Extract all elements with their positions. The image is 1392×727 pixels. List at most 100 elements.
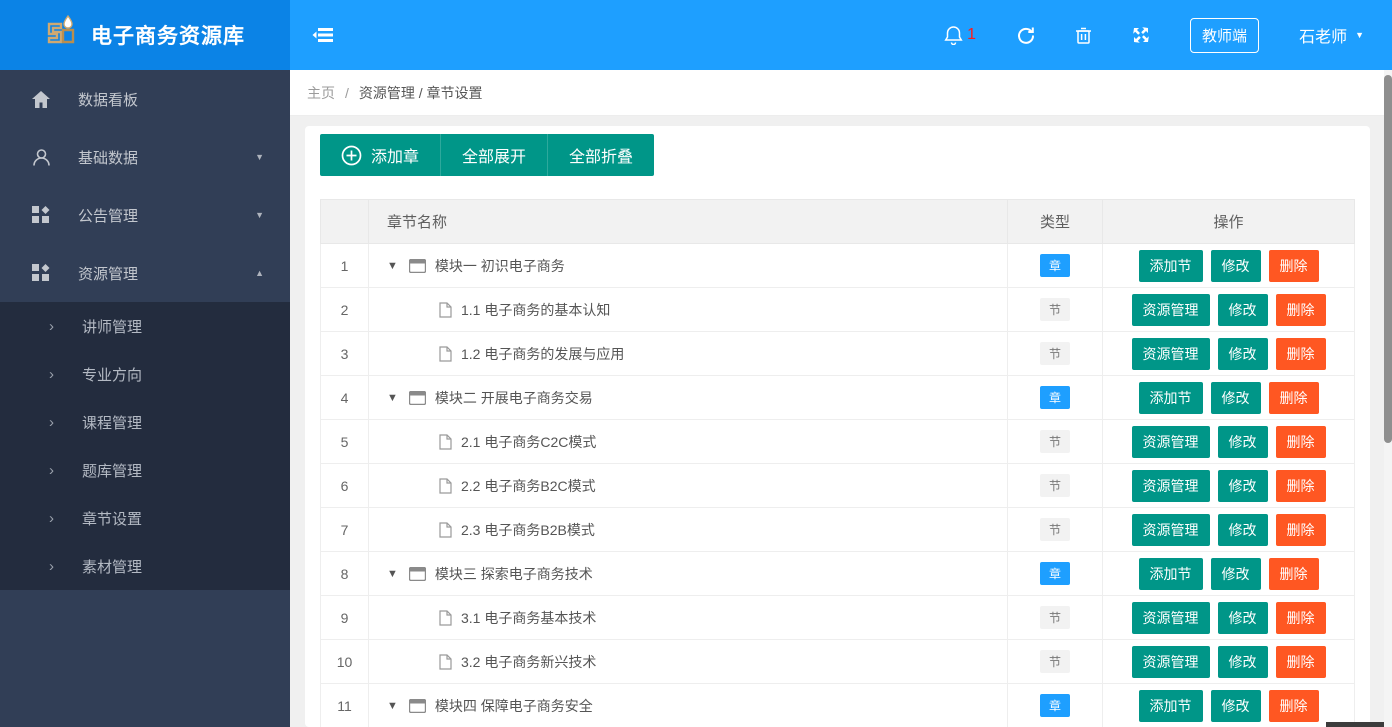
section-file-icon	[439, 301, 452, 318]
sidebar-item-course-mgmt[interactable]: › 课程管理	[0, 398, 290, 446]
row-index: 11	[320, 683, 369, 727]
notification-bell-icon[interactable]: 1	[944, 25, 976, 45]
resource-manage-button[interactable]: 资源管理	[1131, 337, 1210, 370]
delete-button[interactable]: 删除	[1275, 645, 1326, 678]
collapse-all-button[interactable]: 全部折叠	[547, 134, 655, 176]
sub-item-label: 专业方向	[82, 366, 143, 384]
delete-button[interactable]: 删除	[1275, 293, 1326, 326]
row-index: 8	[320, 551, 369, 596]
row-index: 9	[320, 595, 369, 640]
chapter-name: 1.1 电子商务的基本认知	[461, 301, 611, 318]
row-actions: 资源管理 修改 删除	[1102, 331, 1355, 376]
tree-collapse-icon[interactable]: ▼	[387, 568, 398, 580]
edit-button[interactable]: 修改	[1217, 425, 1268, 458]
tree-collapse-icon[interactable]: ▼	[387, 260, 398, 272]
sidebar-item-major-direction[interactable]: › 专业方向	[0, 350, 290, 398]
section-file-icon	[439, 609, 452, 626]
row-index: 5	[320, 419, 369, 464]
fullscreen-icon[interactable]	[1132, 26, 1150, 44]
delete-button[interactable]: 删除	[1275, 425, 1326, 458]
add-section-button[interactable]: 添加节	[1138, 557, 1203, 590]
delete-button[interactable]: 删除	[1275, 469, 1326, 502]
chevron-right-icon: ›	[49, 365, 54, 383]
sidebar-item-basic-data[interactable]: 基础数据 ▼	[0, 128, 290, 186]
edit-button[interactable]: 修改	[1217, 469, 1268, 502]
sidebar-item-question-bank[interactable]: › 题库管理	[0, 446, 290, 494]
sidebar-collapse-icon[interactable]	[290, 0, 356, 70]
add-chapter-button[interactable]: 添加章	[320, 134, 441, 176]
sidebar-item-material-mgmt[interactable]: › 素材管理	[0, 542, 290, 590]
resource-manage-button[interactable]: 资源管理	[1131, 293, 1210, 326]
edit-button[interactable]: 修改	[1210, 249, 1261, 282]
delete-button[interactable]: 删除	[1275, 513, 1326, 546]
chapter-window-icon	[408, 390, 426, 405]
sidebar-item-resources[interactable]: 资源管理 ▲	[0, 244, 290, 302]
refresh-icon[interactable]	[1016, 26, 1035, 45]
sidebar-item-chapter-settings[interactable]: › 章节设置	[0, 494, 290, 542]
edit-button[interactable]: 修改	[1217, 513, 1268, 546]
type-badge: 节	[1040, 474, 1070, 497]
row-index: 3	[320, 331, 369, 376]
delete-button[interactable]: 删除	[1268, 557, 1319, 590]
sub-item-label: 课程管理	[82, 414, 143, 432]
horizontal-scrollbar-thumb[interactable]	[1326, 722, 1384, 727]
resource-manage-button[interactable]: 资源管理	[1131, 425, 1210, 458]
user-icon	[31, 147, 51, 167]
sidebar-item-announcements[interactable]: 公告管理 ▼	[0, 186, 290, 244]
type-badge: 节	[1040, 650, 1070, 673]
app-title: 电子商务资源库	[91, 25, 245, 48]
type-badge: 章	[1040, 562, 1070, 585]
delete-button[interactable]: 删除	[1268, 689, 1319, 722]
chapter-name: 模块三 探索电子商务技术	[434, 565, 593, 582]
resource-manage-button[interactable]: 资源管理	[1131, 513, 1210, 546]
add-section-button[interactable]: 添加节	[1138, 249, 1203, 282]
row-actions: 添加节 修改 删除	[1102, 683, 1355, 727]
delete-button[interactable]: 删除	[1275, 337, 1326, 370]
trash-icon[interactable]	[1075, 26, 1092, 45]
edit-button[interactable]: 修改	[1217, 645, 1268, 678]
delete-button[interactable]: 删除	[1268, 381, 1319, 414]
row-actions: 添加节 修改 删除	[1102, 551, 1355, 596]
col-ops-header: 操作	[1102, 199, 1355, 244]
chapter-name: 2.2 电子商务B2C模式	[461, 477, 596, 494]
plus-circle-icon	[341, 145, 362, 166]
scrollbar-thumb[interactable]	[1384, 75, 1392, 443]
edit-button[interactable]: 修改	[1210, 689, 1261, 722]
chapters-table: 章节名称 类型 操作 1 ▼ 模块一 初识电子商务 章 添加节 修改 删除 2 …	[320, 199, 1355, 727]
sidebar-item-dashboard[interactable]: 数据看板	[0, 70, 290, 128]
tree-collapse-icon[interactable]: ▼	[387, 700, 398, 712]
type-badge: 节	[1040, 606, 1070, 629]
chevron-right-icon: ›	[49, 557, 54, 575]
edit-button[interactable]: 修改	[1217, 293, 1268, 326]
user-menu[interactable]: 石老师 ▼	[1299, 23, 1364, 47]
teacher-portal-button[interactable]: 教师端	[1190, 17, 1260, 53]
type-badge: 节	[1040, 518, 1070, 541]
chapter-name: 2.3 电子商务B2B模式	[461, 521, 595, 538]
breadcrumb-home-link[interactable]: 主页	[307, 83, 335, 103]
row-actions: 资源管理 修改 删除	[1102, 639, 1355, 684]
edit-button[interactable]: 修改	[1210, 557, 1261, 590]
sidebar-item-lecturer-mgmt[interactable]: › 讲师管理	[0, 302, 290, 350]
delete-button[interactable]: 删除	[1268, 249, 1319, 282]
resource-manage-button[interactable]: 资源管理	[1131, 469, 1210, 502]
edit-button[interactable]: 修改	[1217, 601, 1268, 634]
edit-button[interactable]: 修改	[1217, 337, 1268, 370]
vertical-scrollbar[interactable]	[1384, 70, 1392, 727]
add-section-button[interactable]: 添加节	[1138, 689, 1203, 722]
edit-button[interactable]: 修改	[1210, 381, 1261, 414]
row-actions: 资源管理 修改 删除	[1102, 419, 1355, 464]
add-section-button[interactable]: 添加节	[1138, 381, 1203, 414]
type-badge: 章	[1040, 254, 1070, 277]
chevron-right-icon: ›	[49, 317, 54, 335]
toolbar: 添加章 全部展开 全部折叠	[320, 134, 1355, 176]
notification-count: 1	[967, 26, 977, 43]
sidebar: 数据看板 基础数据 ▼ 公告管理 ▼ 资源管理 ▲ › 讲师管理 › 专业方向 …	[0, 70, 290, 727]
resource-manage-button[interactable]: 资源管理	[1131, 601, 1210, 634]
expand-all-button[interactable]: 全部展开	[440, 134, 548, 176]
tree-collapse-icon[interactable]: ▼	[387, 392, 398, 404]
resource-manage-button[interactable]: 资源管理	[1131, 645, 1210, 678]
delete-button[interactable]: 删除	[1275, 601, 1326, 634]
logo-icon	[45, 14, 79, 57]
chapter-window-icon	[408, 698, 426, 713]
table-row: 5 2.1 电子商务C2C模式 节 资源管理 修改 删除	[320, 419, 1355, 464]
